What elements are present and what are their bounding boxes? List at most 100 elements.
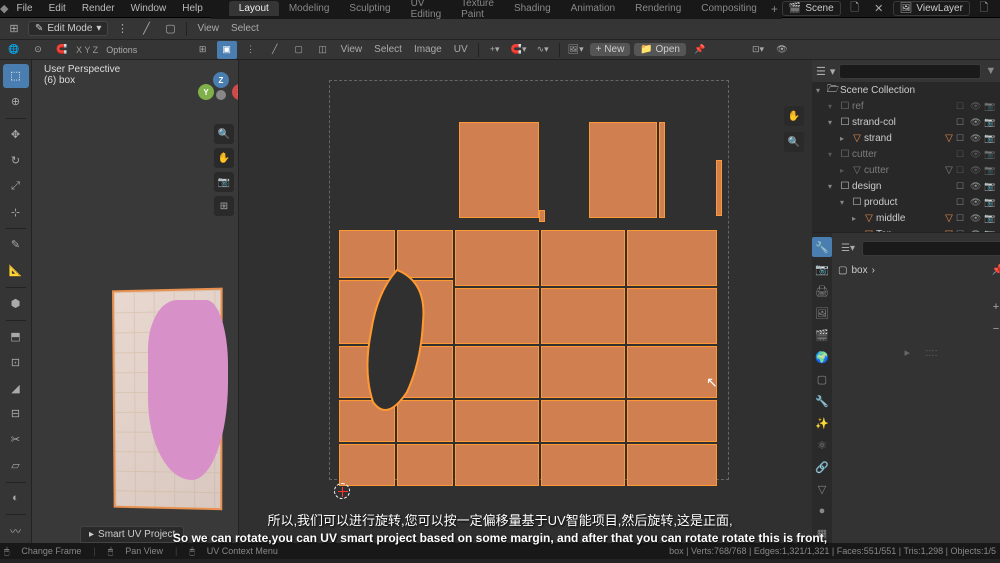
prop-breadcrumb[interactable]: box bbox=[851, 265, 867, 276]
tool-bevel[interactable]: ◢ bbox=[3, 376, 29, 400]
uv-pan-icon[interactable]: ✋ bbox=[784, 106, 804, 126]
prop-tab-mesh[interactable]: ▽ bbox=[812, 479, 832, 499]
list-add-icon[interactable]: + bbox=[986, 298, 1000, 316]
outliner-search[interactable] bbox=[839, 64, 981, 79]
uv-new-button[interactable]: + New bbox=[596, 44, 625, 55]
uv-editor-type-icon[interactable]: ⊞ bbox=[193, 41, 213, 59]
uv-sel-sync-icon[interactable]: ▣ bbox=[217, 41, 237, 59]
prop-tab-modifier[interactable]: 🔧 bbox=[812, 391, 832, 411]
uv-open-button[interactable]: 📁 Open bbox=[640, 44, 680, 55]
ws-tab-rendering[interactable]: Rendering bbox=[625, 1, 691, 16]
uv-pin-icon[interactable]: 📌 bbox=[690, 41, 710, 59]
outliner-filter-icon[interactable]: ▼ bbox=[985, 62, 996, 80]
tool-transform[interactable]: ⊹ bbox=[3, 200, 29, 224]
pin-icon[interactable]: 📌 bbox=[992, 265, 1000, 276]
tool-cursor[interactable]: ⊕ bbox=[3, 90, 29, 114]
gizmo-y-axis[interactable]: Y bbox=[198, 84, 214, 100]
ws-tab-animation[interactable]: Animation bbox=[561, 1, 625, 16]
menu-render[interactable]: Render bbox=[74, 3, 123, 14]
gizmo-z-axis[interactable]: Z bbox=[213, 72, 229, 88]
ws-tab-uvediting[interactable]: UV Editing bbox=[401, 0, 452, 22]
menu-edit[interactable]: Edit bbox=[41, 3, 74, 14]
uv-zoom-icon[interactable]: 🔍 bbox=[784, 132, 804, 152]
prop-tab-scene[interactable]: 🎬 bbox=[812, 325, 832, 345]
prop-tab-render[interactable]: 📷 bbox=[812, 259, 832, 279]
tree-item-ref[interactable]: ▾ ☐ ref ☐👁📷 bbox=[812, 98, 1000, 114]
face-select-icon[interactable]: ▢ bbox=[160, 20, 180, 38]
tree-scene-collection[interactable]: ▾🗁 Scene Collection bbox=[812, 82, 1000, 98]
prop-tab-world[interactable]: 🌍 bbox=[812, 347, 832, 367]
tool-polybuild[interactable]: ▱ bbox=[3, 454, 29, 478]
uv-overlay-icon[interactable]: ⊡▾ bbox=[748, 41, 768, 59]
uv-snap-icon[interactable]: 🧲▾ bbox=[509, 41, 529, 59]
edge-select-icon[interactable]: ╱ bbox=[136, 20, 156, 38]
tool-annotate[interactable]: ✎ bbox=[3, 233, 29, 257]
prop-tab-material[interactable]: ● bbox=[812, 501, 832, 521]
prop-tab-constraint[interactable]: 🔗 bbox=[812, 457, 832, 477]
menu-window[interactable]: Window bbox=[123, 3, 175, 14]
zoom-icon[interactable]: 🔍 bbox=[214, 124, 234, 144]
tool-spin[interactable]: ◐ bbox=[3, 487, 29, 511]
tree-item-cutter[interactable]: ▸ ▽ cutter ▽ ☐👁📷 bbox=[812, 162, 1000, 178]
app-icon[interactable]: ◆ bbox=[0, 0, 8, 18]
list-remove-icon[interactable]: − bbox=[986, 320, 1000, 338]
uv-header-select[interactable]: Select bbox=[370, 44, 406, 55]
tool-select-box[interactable]: ⬚ bbox=[3, 64, 29, 88]
prop-tab-particle[interactable]: ✨ bbox=[812, 413, 832, 433]
editor-type-icon[interactable]: ⊞ bbox=[4, 20, 24, 38]
ws-tab-texpaint[interactable]: Texture Paint bbox=[451, 0, 504, 22]
uv-pivot-icon[interactable]: +▾ bbox=[485, 41, 505, 59]
prop-search[interactable] bbox=[862, 241, 1000, 256]
tool-add-cube[interactable]: ⬢ bbox=[3, 292, 29, 316]
prop-tab-physics[interactable]: ⚛ bbox=[812, 435, 832, 455]
camera-icon[interactable]: 📷 bbox=[214, 172, 234, 192]
tool-measure[interactable]: 📐 bbox=[3, 259, 29, 283]
tool-knife[interactable]: ✂ bbox=[3, 428, 29, 452]
persp-icon[interactable]: ⊞ bbox=[214, 196, 234, 216]
viewport-3d[interactable]: User Perspective (6) box Z Y X 🔍 ✋ 📷 ⊞ ▸… bbox=[32, 60, 238, 543]
scene-selector[interactable]: 🎬 Scene bbox=[782, 1, 841, 16]
uv-selmode-island-icon[interactable]: ◫ bbox=[313, 41, 333, 59]
header-select[interactable]: Select bbox=[227, 23, 263, 34]
tree-item-strand-col[interactable]: ▾ ☐ strand-col ☐👁📷 bbox=[812, 114, 1000, 130]
menu-file[interactable]: File bbox=[8, 3, 40, 14]
ws-tab-compositing[interactable]: Compositing bbox=[691, 1, 767, 16]
ws-tab-layout[interactable]: Layout bbox=[229, 1, 279, 16]
mode-selector[interactable]: ✎ Edit Mode ▾ bbox=[28, 21, 108, 36]
uv-editor[interactable]: ✋ 🔍 bbox=[238, 60, 812, 543]
add-workspace-icon[interactable]: + bbox=[767, 2, 782, 16]
tool-loopcut[interactable]: ⊟ bbox=[3, 402, 29, 426]
tool-extrude[interactable]: ⬒ bbox=[3, 324, 29, 348]
tool-scale[interactable]: ⤢ bbox=[3, 174, 29, 198]
tool-smooth[interactable]: 〰 bbox=[3, 519, 29, 543]
orientation-icon[interactable]: 🌐 bbox=[4, 41, 24, 59]
prop-tab-viewlayer[interactable]: 🖼 bbox=[812, 303, 832, 323]
uv-prop-icon[interactable]: ∿▾ bbox=[533, 41, 553, 59]
pivot-icon[interactable]: ⊙ bbox=[28, 41, 48, 59]
ws-tab-sculpting[interactable]: Sculpting bbox=[339, 1, 400, 16]
uv-header-uv[interactable]: UV bbox=[450, 44, 472, 55]
prop-tab-tool[interactable]: 🔧 bbox=[812, 237, 832, 257]
tool-inset[interactable]: ⊡ bbox=[3, 350, 29, 374]
smart-uv-popup[interactable]: ▸ Smart UV Project bbox=[80, 526, 184, 543]
tool-move[interactable]: ✥ bbox=[3, 123, 29, 147]
tree-item-cutter[interactable]: ▾ ☐ cutter ☐👁📷 bbox=[812, 146, 1000, 162]
tree-item-middle[interactable]: ▸ ▽ middle ▽ ☐👁📷 bbox=[812, 210, 1000, 226]
menu-help[interactable]: Help bbox=[174, 3, 211, 14]
pan-icon[interactable]: ✋ bbox=[214, 148, 234, 168]
header-view[interactable]: View bbox=[193, 23, 223, 34]
outliner-display-icon[interactable]: ▾ bbox=[830, 62, 836, 80]
tree-item-strand[interactable]: ▸ ▽ strand ▽ ☐👁📷 bbox=[812, 130, 1000, 146]
viewlayer-selector[interactable]: 🖼 ViewLayer bbox=[893, 1, 970, 16]
uv-selmode-face-icon[interactable]: ▢ bbox=[289, 41, 309, 59]
outliner-type-icon[interactable]: ☰ bbox=[816, 62, 826, 80]
uv-selmode-edge-icon[interactable]: ╱ bbox=[265, 41, 285, 59]
ws-tab-modeling[interactable]: Modeling bbox=[279, 1, 340, 16]
vert-select-icon[interactable]: ⋮ bbox=[112, 20, 132, 38]
viewlayer-new-icon[interactable]: 🗋 bbox=[974, 0, 994, 18]
image-link-icon[interactable]: 🖼▾ bbox=[566, 41, 586, 59]
uv-selmode-vert-icon[interactable]: ⋮ bbox=[241, 41, 261, 59]
tree-item-design[interactable]: ▾ ☐ design ☐👁📷 bbox=[812, 178, 1000, 194]
uv-display-icon[interactable]: 👁 bbox=[772, 41, 792, 59]
uv-header-image[interactable]: Image bbox=[410, 44, 446, 55]
